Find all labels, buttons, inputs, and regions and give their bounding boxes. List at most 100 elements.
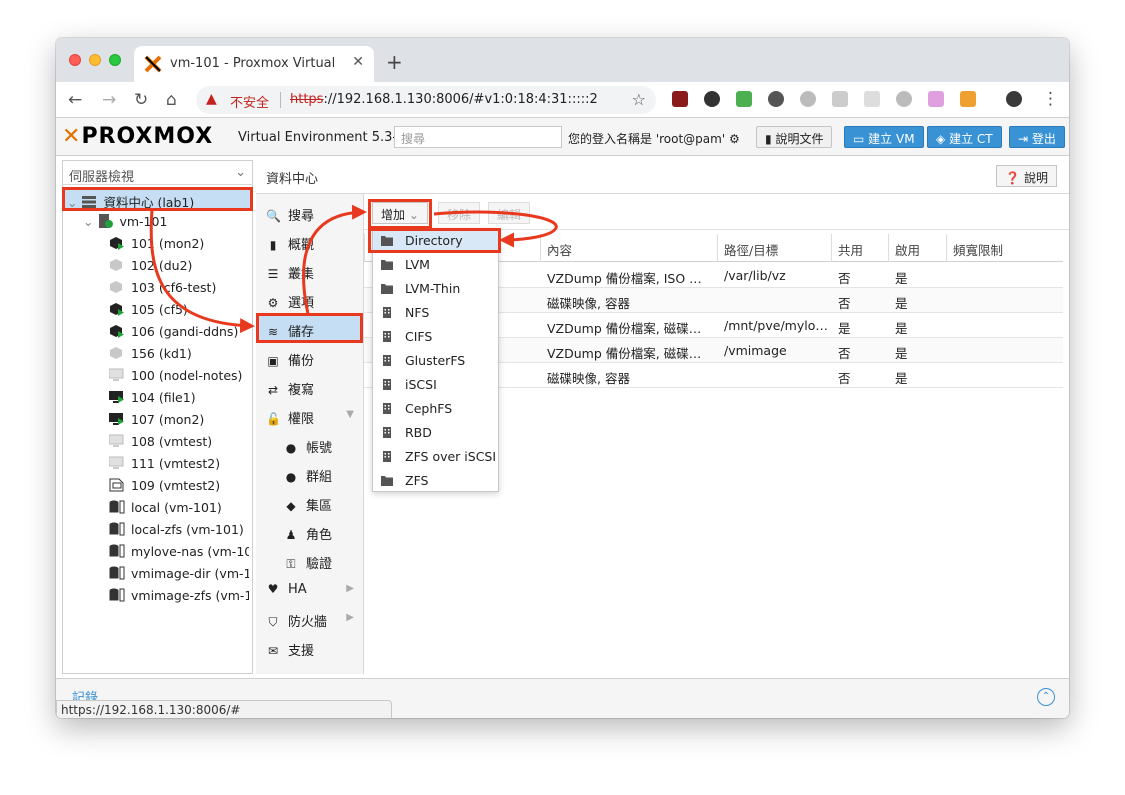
- create-vm-button[interactable]: ▭ 建立 VM: [844, 126, 924, 148]
- column-header[interactable]: 啟用: [888, 234, 946, 262]
- tree-item[interactable]: 109 (vmtest2): [109, 475, 249, 497]
- extension-icon[interactable]: [768, 91, 784, 107]
- nav-item-gear[interactable]: ⚙ 選項: [256, 286, 364, 314]
- nav-item-comments[interactable]: ✉ 支援: [256, 634, 364, 662]
- help-button[interactable]: ❓ 說明: [996, 165, 1057, 187]
- create-ct-button[interactable]: ◈ 建立 CT: [927, 126, 1002, 148]
- extension-icon[interactable]: [896, 91, 912, 107]
- tree-item[interactable]: 101 (mon2): [109, 233, 249, 255]
- nav-item-users[interactable]: ● 群組: [256, 460, 364, 488]
- nav-item-key[interactable]: ⚿ 驗證: [256, 547, 364, 575]
- nav-item-heartbeat[interactable]: ♥ HA ▶: [256, 576, 364, 604]
- close-window-button[interactable]: [69, 54, 81, 66]
- menu-item-iscsi[interactable]: iSCSI: [373, 373, 498, 397]
- extension-icon[interactable]: [864, 91, 880, 107]
- nav-item-unlock[interactable]: 🔓 權限 ▼: [256, 402, 364, 430]
- nav-item-label: 權限: [288, 412, 315, 427]
- tree-item[interactable]: 108 (vmtest): [109, 431, 249, 453]
- nav-item-male[interactable]: ♟ 角色: [256, 518, 364, 546]
- search-input[interactable]: 搜尋: [394, 126, 562, 148]
- nav-item-label: 備份: [288, 354, 315, 369]
- nav-item-floppy[interactable]: ▣ 備份: [256, 344, 364, 372]
- tree-node[interactable]: ⌄ vm-101: [83, 211, 167, 233]
- extension-icon[interactable]: [800, 91, 816, 107]
- menu-item-zfs-over-iscsi[interactable]: ZFS over iSCSI: [373, 445, 498, 469]
- extension-icon[interactable]: [928, 91, 944, 107]
- bookmark-star-icon[interactable]: ☆: [632, 90, 646, 109]
- browser-tab[interactable]: vm-101 - Proxmox Virtual Envir ✕: [134, 46, 374, 82]
- back-button[interactable]: ←: [68, 90, 82, 110]
- url-text[interactable]: https://192.168.1.130:8006/#v1:0:18:4:31…: [290, 92, 598, 107]
- extension-icon[interactable]: [832, 91, 848, 107]
- edit-button[interactable]: 編輯: [488, 202, 531, 224]
- expand-up-icon[interactable]: ⌃: [1037, 688, 1055, 706]
- column-header[interactable]: 路徑/目標: [717, 234, 831, 262]
- profile-avatar[interactable]: [1006, 91, 1022, 107]
- close-tab-icon[interactable]: ✕: [352, 54, 364, 70]
- tree-item[interactable]: 111 (vmtest2): [109, 453, 249, 475]
- tree-item[interactable]: vmimage-zfs (vm-1: [109, 585, 249, 607]
- ublock-extension-icon[interactable]: [672, 91, 688, 107]
- documentation-button[interactable]: ▮ 說明文件: [756, 126, 833, 148]
- new-tab-button[interactable]: +: [386, 50, 403, 74]
- tree-item[interactable]: 156 (kd1): [109, 343, 249, 365]
- tree-item[interactable]: 100 (nodel-notes): [109, 365, 249, 387]
- column-header[interactable]: 頻寬限制: [946, 234, 1063, 262]
- menu-item-lvm[interactable]: LVM: [373, 253, 498, 277]
- browser-window: vm-101 - Proxmox Virtual Envir ✕ + ← → ↻…: [56, 38, 1069, 718]
- column-header[interactable]: 共用: [831, 234, 888, 262]
- warning-icon[interactable]: ▲: [206, 91, 217, 107]
- menu-item-rbd[interactable]: RBD: [373, 421, 498, 445]
- tree-item[interactable]: mylove-nas (vm-10: [109, 541, 249, 563]
- menu-item-nfs[interactable]: NFS: [373, 301, 498, 325]
- tree-item[interactable]: local-zfs (vm-101): [109, 519, 249, 541]
- nav-item-tags[interactable]: ◆ 集區: [256, 489, 364, 517]
- tree-item[interactable]: 103 (cf6-test): [109, 277, 249, 299]
- menu-item-label: RBD: [405, 425, 432, 440]
- nav-item-book[interactable]: ▮ 概觀: [256, 228, 364, 256]
- minimize-window-button[interactable]: [89, 54, 101, 66]
- nav-item-label: 儲存: [288, 325, 315, 340]
- nav-item-search[interactable]: 🔍 搜尋: [256, 199, 364, 227]
- gear-icon: ⚙: [267, 296, 279, 310]
- forward-button[interactable]: →: [102, 90, 116, 110]
- menu-icon[interactable]: ⋮: [1042, 89, 1059, 109]
- zoom-window-button[interactable]: [109, 54, 121, 66]
- smartfill-extension-icon[interactable]: [960, 91, 976, 107]
- extension-icon[interactable]: [704, 91, 720, 107]
- nav-item-shield[interactable]: ⛉ 防火牆 ▶: [256, 605, 364, 633]
- nav-item-user[interactable]: ● 帳號: [256, 431, 364, 459]
- menu-item-directory[interactable]: Directory: [373, 229, 498, 253]
- column-header[interactable]: 內容: [540, 234, 717, 262]
- nav-item-database[interactable]: ≋ 儲存: [256, 315, 364, 343]
- add-storage-button[interactable]: 增加 ⌄: [372, 202, 428, 224]
- menu-item-zfs[interactable]: ZFS: [373, 469, 498, 493]
- tree-item[interactable]: 105 (cf5): [109, 299, 249, 321]
- comments-icon: ✉: [267, 644, 279, 658]
- tree-datacenter[interactable]: ⌄ 資料中心 (lab1): [63, 189, 252, 211]
- menu-item-glusterfs[interactable]: GlusterFS: [373, 349, 498, 373]
- nav-item-retweet[interactable]: ⇄ 複寫: [256, 373, 364, 401]
- chevron-down-icon: ⌄: [408, 208, 419, 222]
- logout-button[interactable]: ⇥ 登出: [1009, 126, 1065, 148]
- menu-item-cephfs[interactable]: CephFS: [373, 397, 498, 421]
- reload-button[interactable]: ↻: [134, 90, 148, 110]
- nav-item-label: 支援: [288, 644, 315, 659]
- insecure-label[interactable]: 不安全: [230, 92, 269, 111]
- menu-item-cifs[interactable]: CIFS: [373, 325, 498, 349]
- tree-item[interactable]: 107 (mon2): [109, 409, 249, 431]
- home-button[interactable]: ⌂: [166, 90, 177, 110]
- remove-button[interactable]: 移除: [438, 202, 481, 224]
- extension-icon[interactable]: [736, 91, 752, 107]
- nav-item-server[interactable]: ☰ 叢集: [256, 257, 364, 285]
- menu-item-lvm-thin[interactable]: LVM-Thin: [373, 277, 498, 301]
- tree-item[interactable]: 104 (file1): [109, 387, 249, 409]
- tree-item[interactable]: local (vm-101): [109, 497, 249, 519]
- cell-content: VZDump 備份檔案, 磁碟…: [547, 321, 702, 336]
- tree-item[interactable]: 102 (du2): [109, 255, 249, 277]
- tree-item[interactable]: 106 (gandi-ddns): [109, 321, 249, 343]
- tree-item[interactable]: vmimage-dir (vm-10: [109, 563, 249, 585]
- view-selector[interactable]: 伺服器檢視 ⌄: [63, 161, 252, 185]
- tree-item-label: 105 (cf5): [131, 302, 188, 317]
- address-bar[interactable]: ▲ 不安全 https://192.168.1.130:8006/#v1:0:1…: [196, 86, 656, 114]
